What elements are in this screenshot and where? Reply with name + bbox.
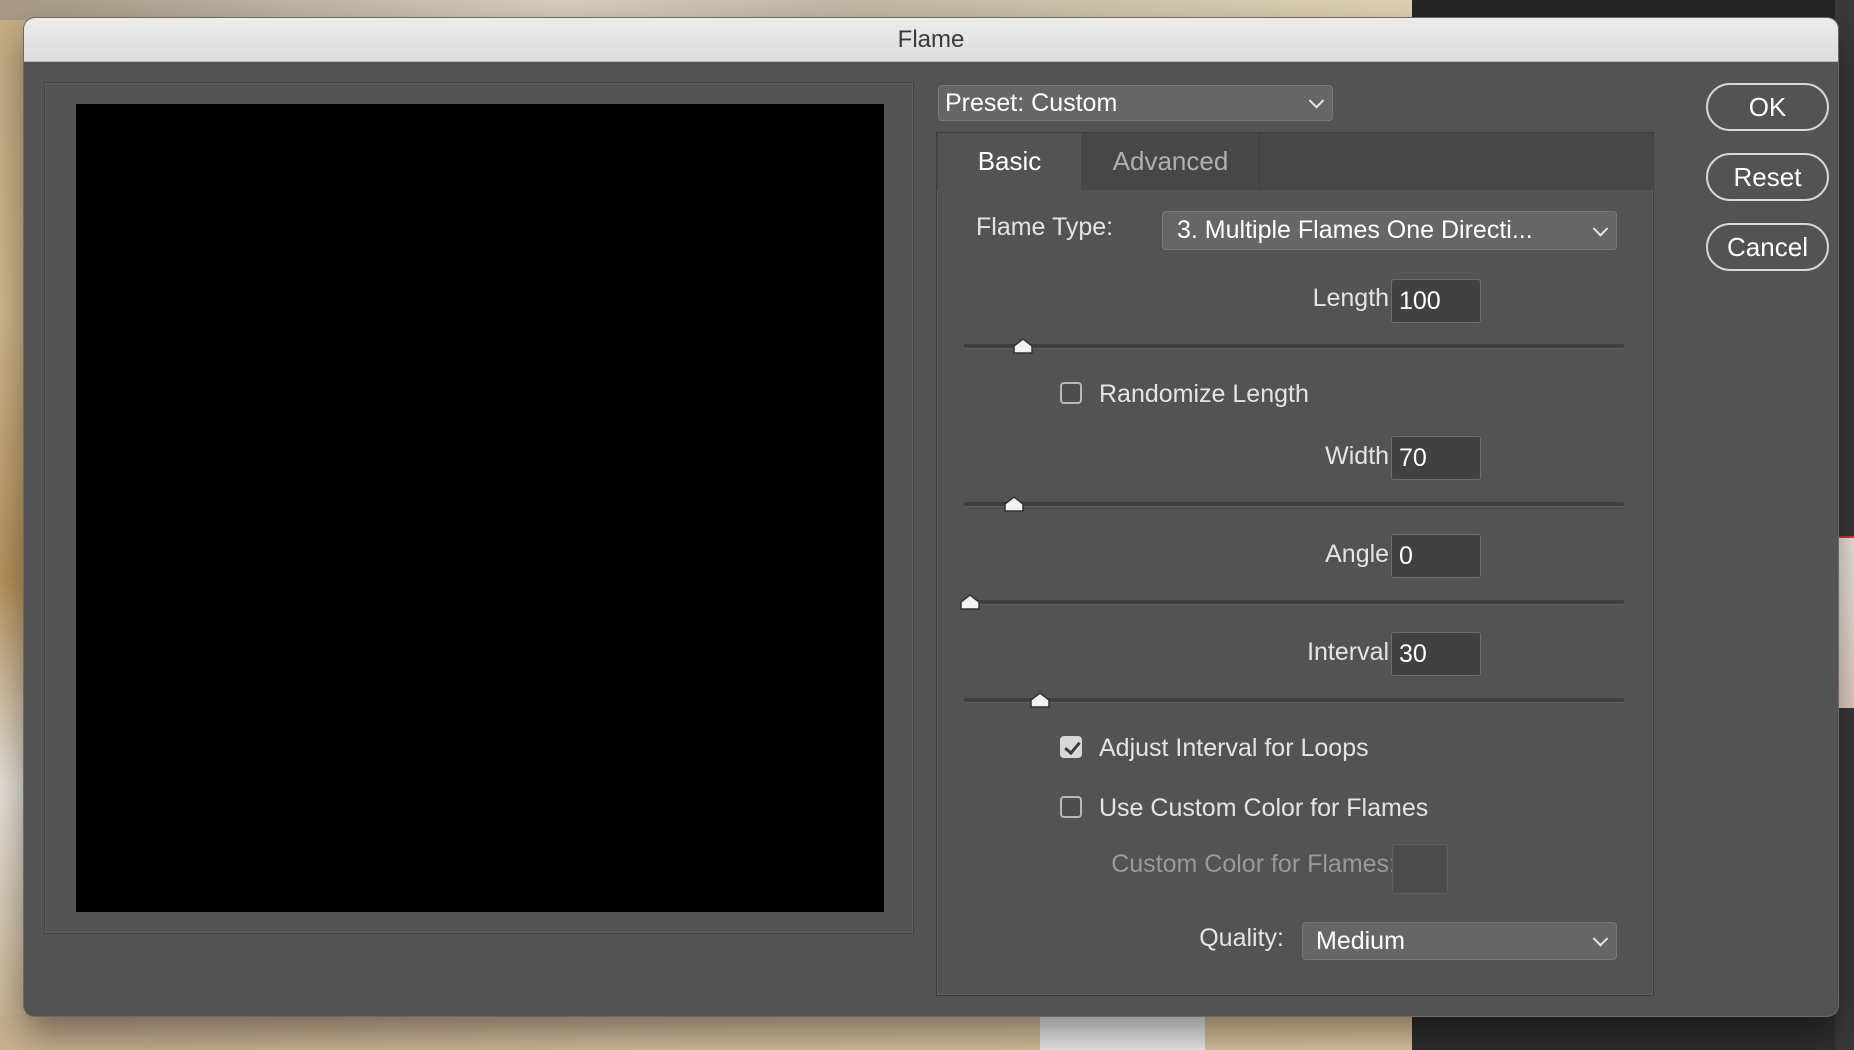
- adjust-interval-checkbox[interactable]: [1060, 736, 1082, 758]
- background-photo-top: [0, 0, 1412, 20]
- background-app-toolbar: [1412, 0, 1854, 20]
- chevron-down-icon: [1592, 220, 1609, 237]
- cancel-button[interactable]: Cancel: [1706, 223, 1829, 271]
- background-layer-thumbnail: [1836, 536, 1854, 708]
- angle-label: Angle:: [1325, 540, 1396, 568]
- width-input[interactable]: 70: [1391, 436, 1481, 480]
- background-photo-left: [0, 0, 26, 1050]
- tab-basic[interactable]: Basic: [938, 133, 1081, 190]
- reset-button[interactable]: Reset: [1706, 153, 1829, 201]
- angle-slider-thumb[interactable]: [960, 594, 980, 610]
- chevron-down-icon: [1592, 931, 1609, 947]
- custom-color-swatch-label: Custom Color for Flames:: [1111, 850, 1396, 878]
- flame-type-label: Flame Type:: [976, 213, 1114, 241]
- dialog-title: Flame: [897, 26, 965, 53]
- interval-input[interactable]: 30: [1391, 632, 1481, 676]
- flame-type-select[interactable]: 3. Multiple Flames One Directi...: [1162, 211, 1617, 250]
- dialog-titlebar[interactable]: Flame: [24, 18, 1838, 62]
- flame-type-value: 3. Multiple Flames One Directi...: [1177, 216, 1533, 244]
- randomize-length-label[interactable]: Randomize Length: [1099, 380, 1309, 409]
- angle-slider-track[interactable]: [964, 600, 1624, 604]
- length-input[interactable]: 100: [1391, 279, 1481, 323]
- preset-select[interactable]: Preset: Custom: [938, 85, 1333, 121]
- preset-select-label: Preset: Custom: [945, 89, 1118, 117]
- background-white-panel: [1040, 1015, 1205, 1050]
- length-label: Length:: [1312, 284, 1396, 312]
- custom-color-checkbox[interactable]: [1060, 796, 1082, 818]
- length-slider-thumb[interactable]: [1013, 338, 1034, 354]
- adjust-interval-label[interactable]: Adjust Interval for Loops: [1099, 734, 1369, 763]
- flame-dialog: Flame Preset: Custom Basic Advanced Flam…: [24, 18, 1838, 1016]
- custom-color-swatch: [1392, 844, 1448, 894]
- preview-canvas[interactable]: [76, 104, 884, 912]
- interval-label: Interval:: [1307, 638, 1396, 666]
- tab-advanced[interactable]: Advanced: [1082, 133, 1260, 190]
- width-slider-track[interactable]: [964, 502, 1624, 506]
- quality-value: Medium: [1316, 927, 1405, 955]
- ok-button[interactable]: OK: [1706, 83, 1829, 131]
- randomize-length-checkbox[interactable]: [1060, 382, 1082, 404]
- chevron-down-icon: [1308, 93, 1325, 109]
- length-slider-track[interactable]: [964, 344, 1624, 348]
- checkmark-icon: [1064, 737, 1081, 756]
- interval-slider-track[interactable]: [964, 698, 1624, 702]
- width-label: Width:: [1325, 442, 1396, 470]
- interval-slider-thumb[interactable]: [1030, 692, 1050, 708]
- quality-select[interactable]: Medium: [1302, 922, 1617, 960]
- angle-input[interactable]: 0: [1391, 534, 1481, 578]
- width-slider-thumb[interactable]: [1003, 496, 1024, 512]
- custom-color-label[interactable]: Use Custom Color for Flames: [1099, 794, 1428, 823]
- quality-label: Quality:: [1199, 924, 1284, 952]
